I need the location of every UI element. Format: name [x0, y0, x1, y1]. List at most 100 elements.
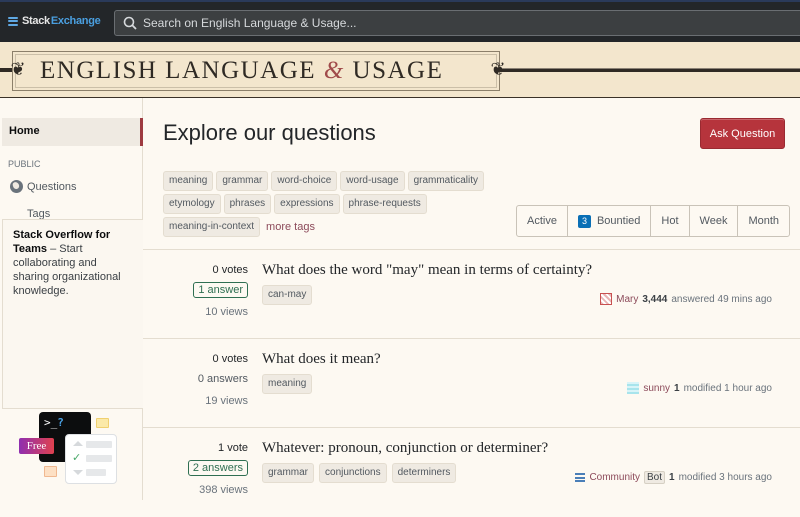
- user-avatar[interactable]: [600, 293, 613, 305]
- question-tags: can-may: [262, 285, 313, 305]
- site-title-left: ENGLISH LANGUAGE: [40, 57, 317, 84]
- view-count: 19 views: [205, 395, 248, 407]
- filter-tab-active[interactable]: Active: [517, 206, 568, 236]
- search-icon: [123, 16, 137, 30]
- search-box[interactable]: [114, 10, 800, 36]
- logo-text-exchange: Exchange: [50, 15, 101, 27]
- tag-word-usage[interactable]: word-usage: [340, 171, 405, 191]
- chat-bubble-icon: [44, 466, 57, 477]
- question-meta: Community Bot 1 modified 3 hours ago: [575, 471, 772, 484]
- filter-tab-bountied[interactable]: 3 Bountied: [568, 206, 652, 236]
- filter-tab-week[interactable]: Week: [690, 206, 739, 236]
- answer-count-text: 2 answers: [187, 460, 248, 476]
- community-bot-icon[interactable]: [575, 473, 586, 482]
- question-tags: grammar conjunctions determiners: [262, 463, 457, 483]
- top-bar: Stack Exchange: [0, 0, 800, 42]
- filter-label: Hot: [661, 215, 679, 227]
- tag-can-may[interactable]: can-may: [262, 285, 313, 305]
- ornament-icon: ❦: [10, 59, 26, 80]
- stackexchange-logo[interactable]: Stack Exchange: [8, 15, 101, 27]
- terminal-question-mark: ?: [57, 416, 64, 429]
- user-name-link[interactable]: sunny: [643, 383, 670, 394]
- ask-question-button[interactable]: Ask Question: [700, 118, 785, 149]
- site-title-right: USAGE: [352, 57, 444, 84]
- user-name-link[interactable]: Mary: [616, 294, 638, 305]
- filter-label: Month: [748, 215, 780, 227]
- page-title: Explore our questions: [163, 120, 376, 145]
- more-tags-link[interactable]: more tags: [266, 221, 315, 233]
- checkmark-icon: ✓: [72, 452, 82, 464]
- site-banner[interactable]: ❦ ❦ ENGLISH LANGUAGE & USAGE: [0, 42, 800, 98]
- activity-time[interactable]: answered 49 mins ago: [671, 294, 772, 305]
- question-summary: 1 vote 2 answers 398 views Whatever: pro…: [143, 428, 800, 517]
- teams-illustration: >_? Free ✓: [18, 410, 128, 490]
- activity-time[interactable]: modified 1 hour ago: [684, 383, 772, 394]
- filter-label: Week: [699, 215, 728, 227]
- view-count: 398 views: [199, 484, 248, 496]
- filter-tab-month[interactable]: Month: [738, 206, 789, 236]
- filter-tab-hot[interactable]: Hot: [651, 206, 690, 236]
- site-title-ampersand: &: [323, 57, 345, 84]
- tag-meaning[interactable]: meaning: [262, 374, 313, 394]
- tag-determiners[interactable]: determiners: [391, 463, 457, 483]
- answer-count-text: 1 answer: [193, 282, 248, 298]
- hamburger-icon[interactable]: [8, 16, 18, 26]
- teams-promo[interactable]: Stack Overflow for Teams – Start collabo…: [2, 219, 143, 409]
- placeholder-line: [86, 469, 106, 476]
- logo-text-stack: Stack: [22, 15, 50, 27]
- placeholder-line: [86, 455, 112, 462]
- filter-label: Active: [527, 215, 557, 227]
- ornament-icon: ❦: [490, 59, 506, 80]
- tag-phrases[interactable]: phrases: [223, 194, 272, 214]
- tag-etymology[interactable]: etymology: [163, 194, 221, 214]
- question-list: 0 votes 1 answer 10 views What does the …: [143, 249, 800, 517]
- site-title[interactable]: ENGLISH LANGUAGE & USAGE: [40, 57, 443, 85]
- search-input[interactable]: [143, 16, 743, 30]
- free-badge: Free: [19, 438, 54, 454]
- user-reputation: 1: [669, 472, 675, 483]
- tag-word-choice[interactable]: word-choice: [271, 171, 338, 191]
- tag-phrase-requests[interactable]: phrase-requests: [342, 194, 427, 214]
- question-stats: 0 votes 1 answer 10 views: [193, 264, 248, 318]
- vote-card-icon: ✓: [65, 434, 117, 484]
- vote-count: 0 votes: [212, 353, 248, 365]
- sidebar-section-public: PUBLIC: [8, 159, 41, 169]
- popular-tags: meaning grammar word-choice word-usage g…: [163, 171, 508, 237]
- question-stats: 0 votes 0 answers 19 views: [198, 353, 248, 407]
- tag-meaning[interactable]: meaning: [163, 171, 214, 191]
- question-summary: 0 votes 0 answers 19 views What does it …: [143, 339, 800, 428]
- answer-count: 0 answers: [198, 373, 248, 393]
- view-count: 10 views: [205, 306, 248, 318]
- sidebar-item-questions[interactable]: Questions: [27, 181, 77, 193]
- question-meta: Mary 3,444 answered 49 mins ago: [600, 293, 772, 305]
- bounty-count-badge: 3: [577, 214, 591, 228]
- question-stats: 1 vote 2 answers 398 views: [187, 442, 248, 496]
- user-reputation: 3,444: [642, 293, 668, 305]
- tag-conjunctions[interactable]: conjunctions: [319, 463, 387, 483]
- vote-count: 0 votes: [212, 264, 248, 276]
- question-title-link[interactable]: Whatever: pronoun, conjunction or determ…: [262, 440, 548, 457]
- sidebar-item-home[interactable]: Home: [2, 118, 143, 146]
- answer-count-text: 0 answers: [197, 373, 248, 385]
- question-summary: 0 votes 1 answer 10 views What does the …: [143, 250, 800, 339]
- main-content: Explore our questions Ask Question meani…: [143, 98, 800, 500]
- question-title-link[interactable]: What does it mean?: [262, 351, 381, 368]
- tag-grammaticality[interactable]: grammaticality: [407, 171, 485, 191]
- question-tags: meaning: [262, 374, 313, 394]
- tag-meaning-in-context[interactable]: meaning-in-context: [163, 217, 261, 237]
- vote-count: 1 vote: [218, 442, 248, 454]
- question-title-link[interactable]: What does the word "may" mean in terms o…: [262, 262, 592, 279]
- user-avatar[interactable]: [627, 382, 640, 394]
- activity-time[interactable]: modified 3 hours ago: [679, 472, 772, 483]
- user-name-link[interactable]: Community: [589, 472, 640, 483]
- question-meta: sunny 1 modified 1 hour ago: [627, 382, 772, 394]
- tag-grammar[interactable]: grammar: [262, 463, 315, 483]
- answer-count: 1 answer: [193, 282, 248, 304]
- upvote-arrow-icon: [73, 441, 83, 446]
- tag-grammar[interactable]: grammar: [216, 171, 269, 191]
- question-filter-tabs: Active 3 Bountied Hot Week Month: [516, 205, 791, 237]
- chat-bubble-icon: [96, 418, 109, 428]
- terminal-prompt: >_: [44, 416, 58, 429]
- tag-expressions[interactable]: expressions: [274, 194, 340, 214]
- user-reputation: 1: [674, 382, 680, 394]
